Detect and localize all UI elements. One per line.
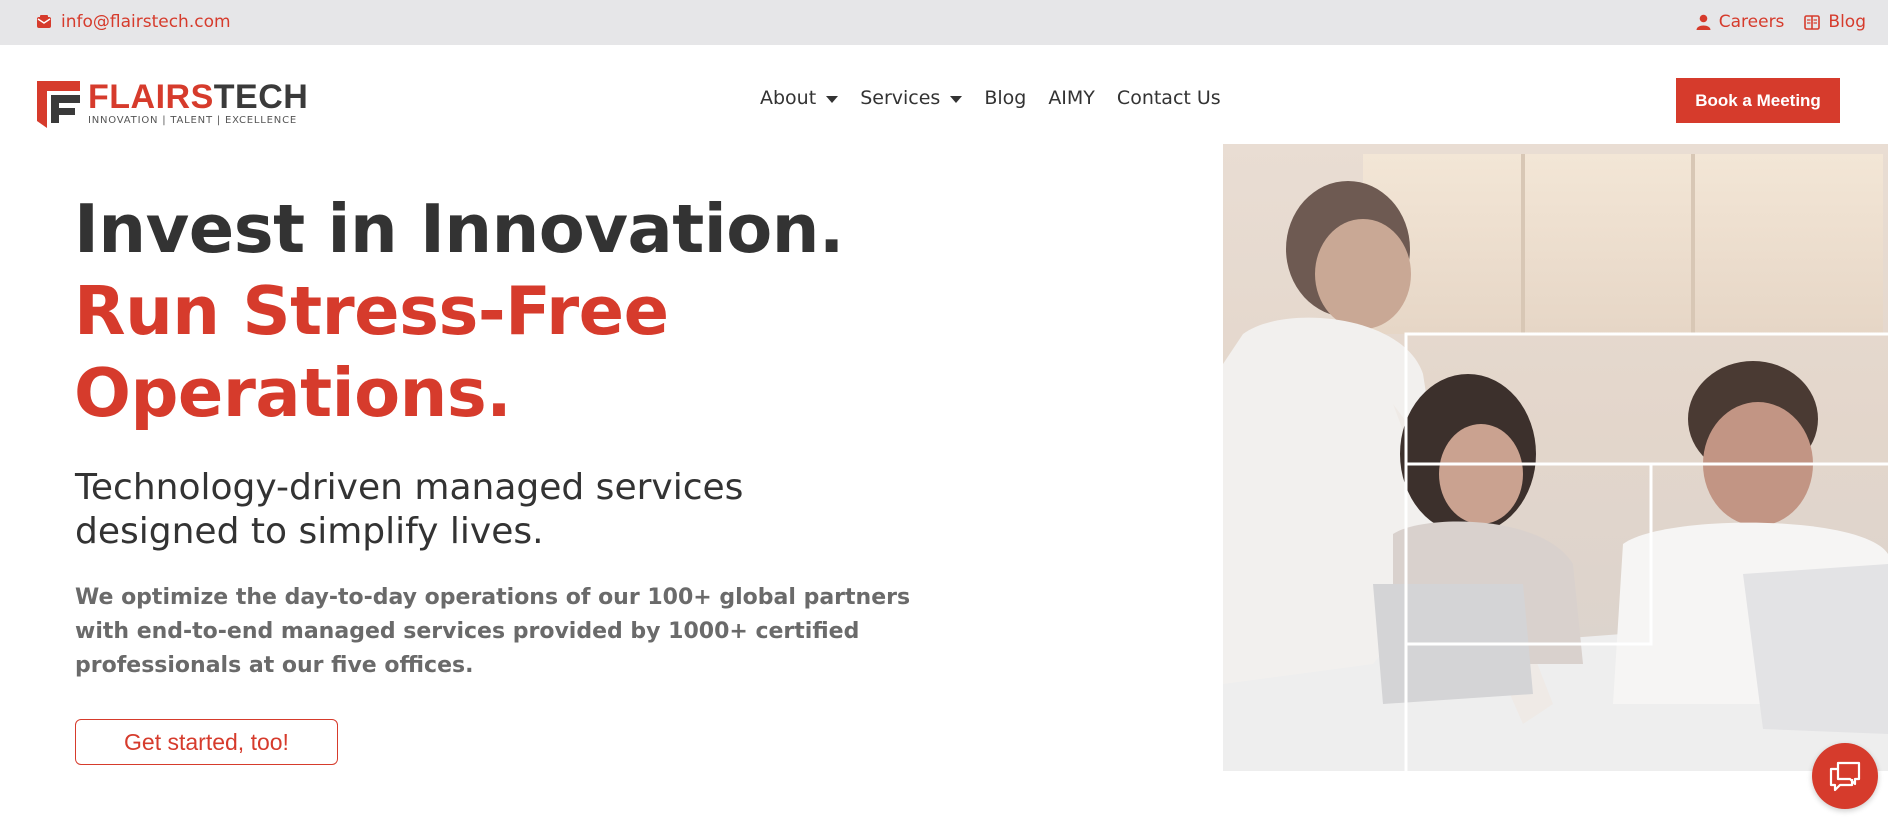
nav-item-aimy[interactable]: AIMY <box>1048 87 1095 109</box>
headline-line-2: Run Stress-Free <box>74 272 669 350</box>
nav-services-label: Services <box>860 87 941 109</box>
subheading-line-1: Technology-driven managed services <box>75 467 744 508</box>
careers-label: Careers <box>1718 12 1785 32</box>
nav-item-about[interactable]: About <box>760 87 839 109</box>
caret-down-icon <box>950 95 963 103</box>
hero-description: We optimize the day-to-day operations of… <box>75 585 911 678</box>
book-icon <box>1804 14 1821 30</box>
team-working-photo <box>1223 144 1888 771</box>
headline-line-3: Operations. <box>74 354 512 432</box>
main-header: FLAIRSTECH INNOVATION | TALENT | EXCELLE… <box>0 45 1888 145</box>
headline-line-1: Invest in Innovation. <box>74 190 844 268</box>
flairstech-logo-mark-icon <box>37 81 80 128</box>
site-logo[interactable]: FLAIRSTECH INNOVATION | TALENT | EXCELLE… <box>37 78 309 128</box>
nav-blog-label: Blog <box>984 87 1027 109</box>
nav-item-contact-us[interactable]: Contact Us <box>1117 87 1221 109</box>
book-meeting-button[interactable]: Book a Meeting <box>1676 78 1840 123</box>
nav-item-services[interactable]: Services <box>860 87 963 109</box>
user-icon <box>1696 14 1711 30</box>
nav-contact-label: Contact Us <box>1116 87 1221 109</box>
chat-button[interactable] <box>1812 743 1878 809</box>
chat-bubble-icon <box>1828 760 1862 792</box>
careers-link[interactable]: Careers <box>1696 12 1785 32</box>
nav-about-label: About <box>760 87 817 109</box>
email-link[interactable]: info@flairstech.com <box>36 12 231 32</box>
blog-top-link[interactable]: Blog <box>1804 12 1866 32</box>
subheading-line-2: designed to simplify lives. <box>75 511 544 552</box>
nav-item-blog[interactable]: Blog <box>984 87 1026 109</box>
logo-wordmark: FLAIRSTECH INNOVATION | TALENT | EXCELLE… <box>88 78 309 126</box>
email-text: info@flairstech.com <box>61 12 231 32</box>
logo-tagline: INNOVATION | TALENT | EXCELLENCE <box>88 115 297 126</box>
top-links: Careers Blog <box>1696 12 1866 32</box>
logo-name: FLAIRSTECH <box>88 78 309 116</box>
envelope-icon <box>36 14 52 30</box>
hero-headline: Invest in Innovation. Run Stress-Free Op… <box>74 188 844 434</box>
top-bar: info@flairstech.com Careers Blog <box>0 0 1888 45</box>
blog-top-label: Blog <box>1828 12 1866 32</box>
caret-down-icon <box>826 95 839 103</box>
get-started-button[interactable]: Get started, too! <box>75 719 338 765</box>
main-nav: About Services Blog AIMY Contact Us <box>760 87 1221 109</box>
hero-subheading: Technology-driven managed services desig… <box>75 466 743 554</box>
nav-aimy-label: AIMY <box>1048 87 1095 109</box>
